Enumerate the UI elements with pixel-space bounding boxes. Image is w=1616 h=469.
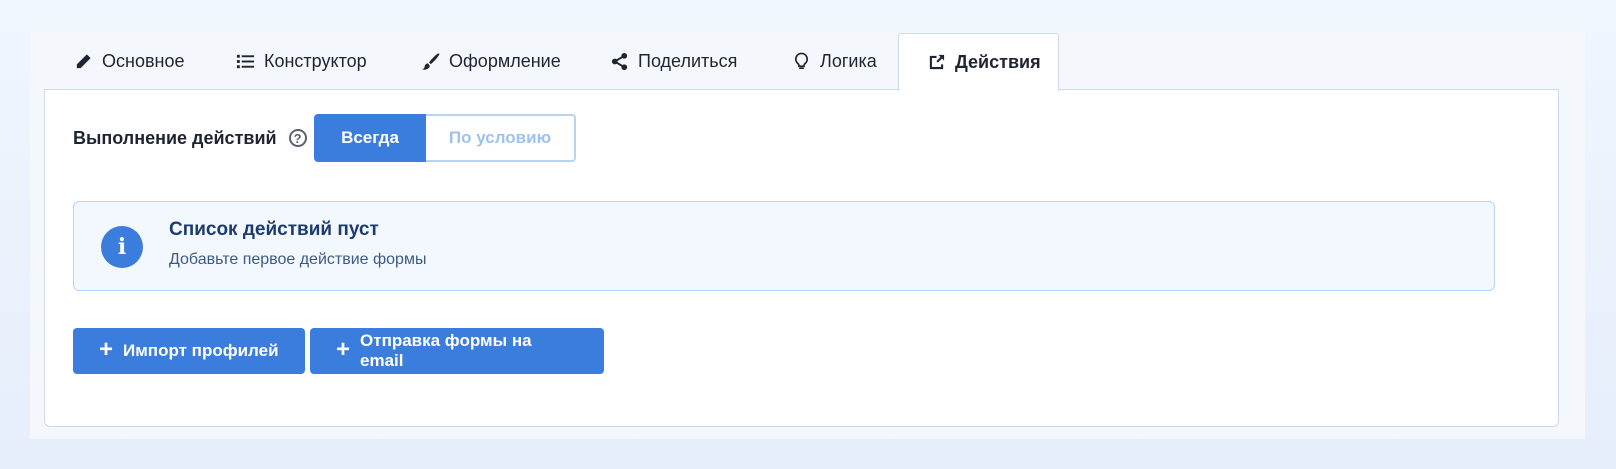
tab-bar: Основное Конструктор Оформление Поделить… [45,33,1545,91]
tab-label: Конструктор [264,51,367,71]
form-settings-frame: Основное Конструктор Оформление Поделить… [30,30,1585,439]
tab-label: Основное [102,51,185,71]
share-icon [609,52,629,72]
execution-mode-toggle: Всегда По условию [314,114,576,162]
help-icon[interactable]: ? [288,129,307,147]
tab-constructor[interactable]: Конструктор [207,33,395,90]
tab-share[interactable]: Поделиться [581,33,765,90]
plus-icon: + [336,336,351,363]
empty-actions-alert: i Список действий пуст Добавьте первое д… [73,201,1495,291]
tab-label: Поделиться [638,51,738,71]
execution-row: Выполнение действий ? [73,114,307,162]
lightbulb-icon [791,52,811,72]
info-icon: i [101,226,143,268]
tab-basic[interactable]: Основное [45,33,212,90]
option-always[interactable]: Всегда [314,114,426,162]
tab-label: Действия [955,52,1041,72]
add-action-buttons: + Импорт профилей + Отправка формы на em… [73,328,604,374]
execution-label: Выполнение действий [73,127,277,148]
pencil-icon [73,52,93,72]
tab-label: Оформление [449,51,561,71]
alert-title: Список действий пуст [169,219,379,240]
actions-panel: Выполнение действий ? Всегда По условию … [44,89,1559,427]
external-share-icon [927,53,946,73]
button-label: Импорт профилей [123,341,279,360]
tab-actions[interactable]: Действия [898,33,1059,91]
tab-design[interactable]: Оформление [392,33,589,90]
tab-label: Логика [820,51,877,71]
button-label: Отправка формы на email [360,331,532,370]
option-conditional[interactable]: По условию [426,114,576,162]
tab-logic[interactable]: Логика [763,33,905,90]
import-profiles-button[interactable]: + Импорт профилей [73,328,305,374]
list-icon [235,52,255,72]
send-form-email-button[interactable]: + Отправка формы на email [310,328,604,374]
plus-icon: + [99,336,114,363]
brush-icon [420,52,440,72]
alert-description: Добавьте первое действие формы [169,251,427,268]
